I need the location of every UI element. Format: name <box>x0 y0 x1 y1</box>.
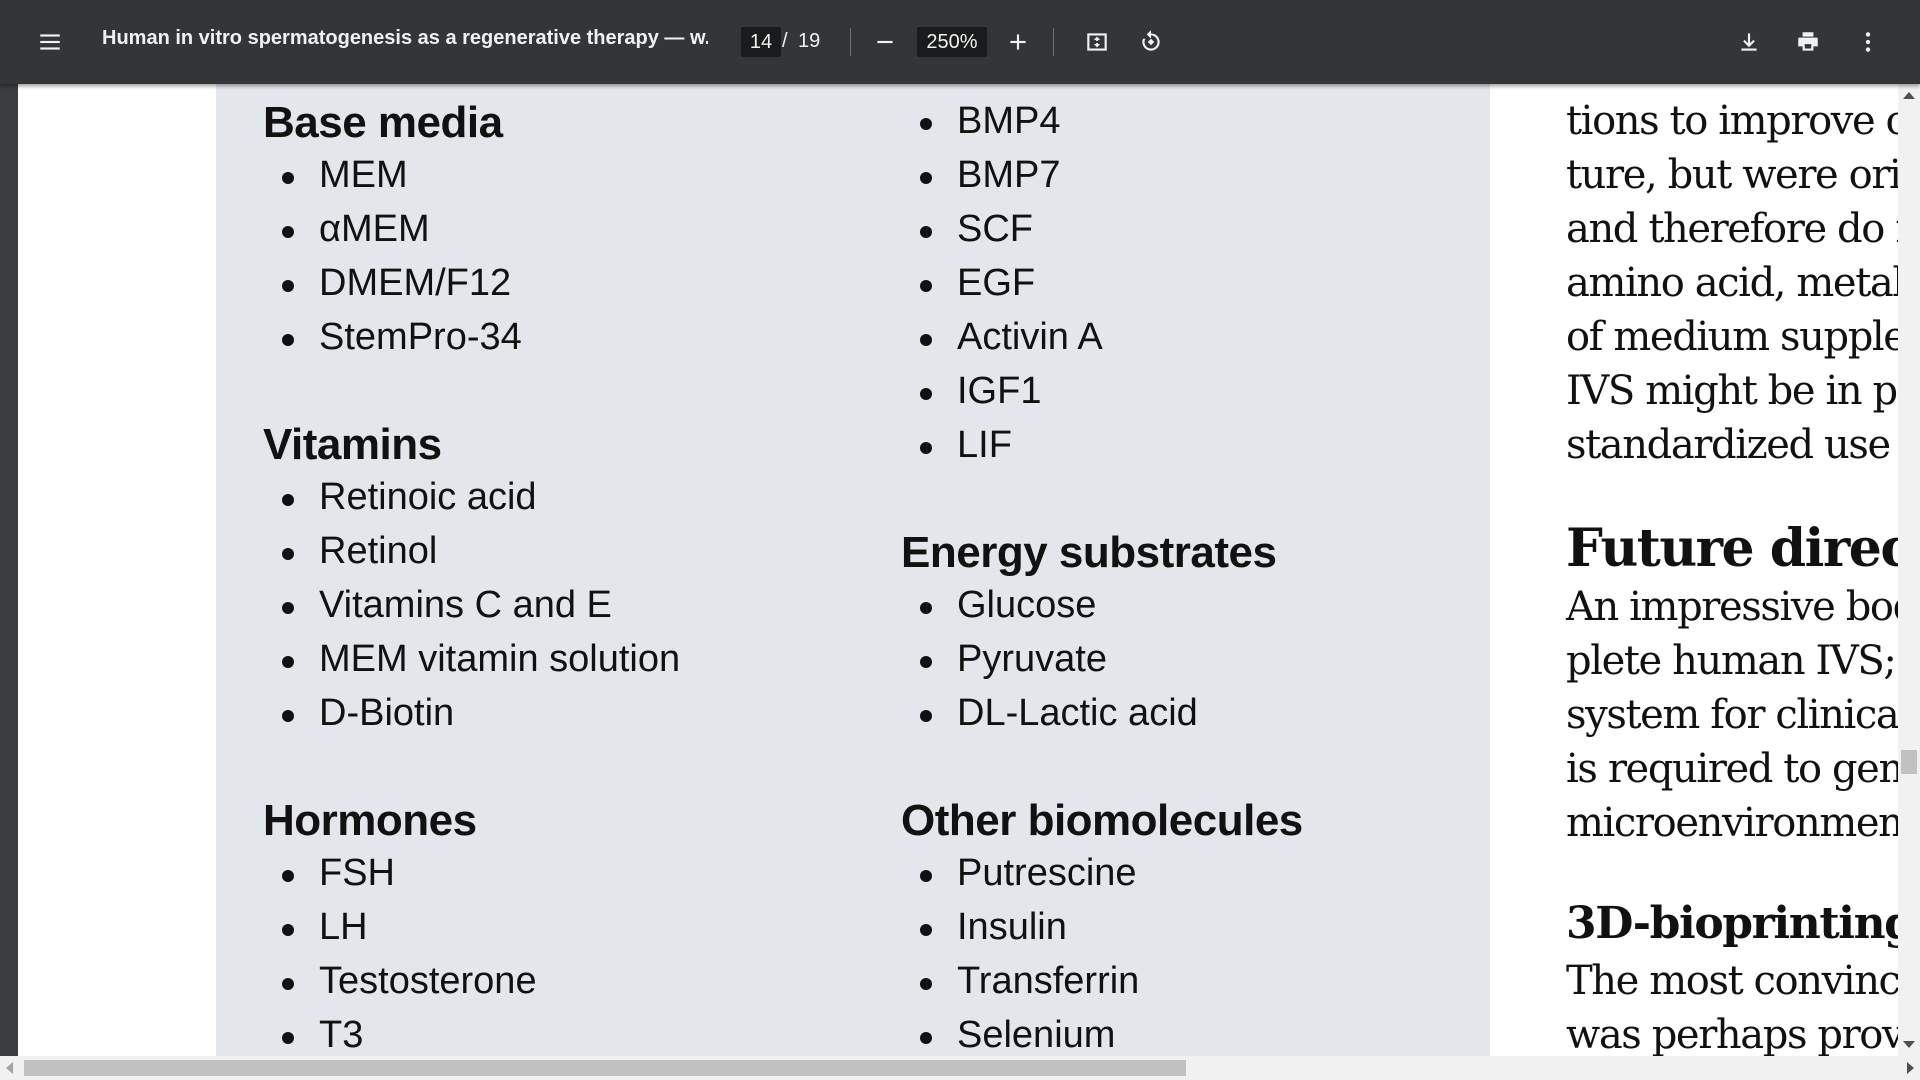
list-item: Activin A <box>920 316 1103 359</box>
vertical-scroll-thumb[interactable] <box>1901 750 1917 774</box>
section-heading: Other biomolecules <box>901 796 1303 845</box>
section-heading: Energy substrates <box>901 528 1277 577</box>
list-item: IGF1 <box>920 370 1041 413</box>
menu-icon[interactable] <box>30 22 70 62</box>
body-line: An impressive bod <box>1566 584 1898 630</box>
list-item: Testosterone <box>282 960 537 1003</box>
document-title: Human in vitro spermatogenesis as a rege… <box>102 27 708 49</box>
list-item: D-Biotin <box>282 692 454 735</box>
list-item: BMP4 <box>920 100 1060 143</box>
body-line: plete human IVS; h <box>1566 638 1898 684</box>
body-line: microenvironment <box>1566 800 1898 846</box>
list-item: MEM vitamin solution <box>282 638 680 681</box>
scroll-right-icon[interactable] <box>1907 1062 1914 1074</box>
list-item: DMEM/F12 <box>282 262 511 305</box>
body-line: and therefore do no <box>1566 206 1898 252</box>
scroll-left-icon[interactable] <box>6 1062 13 1074</box>
rotate-icon[interactable] <box>1131 22 1171 62</box>
list-item: Insulin <box>920 906 1067 949</box>
download-icon[interactable] <box>1729 22 1769 62</box>
body-line: amino acid, metab <box>1566 260 1898 306</box>
toolbar-divider <box>1053 28 1054 56</box>
list-item: DL-Lactic acid <box>920 692 1198 735</box>
list-item: Selenium <box>920 1014 1115 1056</box>
section-heading: Future directi <box>1566 518 1898 579</box>
fit-page-icon[interactable] <box>1077 22 1117 62</box>
zoom-out-icon[interactable] <box>865 22 905 62</box>
more-options-icon[interactable] <box>1848 22 1888 62</box>
page-separator: / <box>782 30 788 52</box>
viewer-margin <box>0 84 18 1056</box>
list-item: StemPro-34 <box>282 316 522 359</box>
list-item: Pyruvate <box>920 638 1107 681</box>
body-line: of medium supple <box>1566 314 1898 360</box>
section-heading: Base media <box>263 98 503 147</box>
scroll-down-icon[interactable] <box>1903 1041 1915 1048</box>
body-line: IVS might be in part <box>1566 368 1898 414</box>
pdf-toolbar: Human in vitro spermatogenesis as a rege… <box>0 0 1920 84</box>
list-item: T3 <box>282 1014 363 1056</box>
page-number-input[interactable]: 14 <box>741 27 781 57</box>
scroll-up-icon[interactable] <box>1903 92 1915 99</box>
zoom-level-input[interactable]: 250% <box>917 27 987 57</box>
body-line: ture, but were origi <box>1566 152 1898 198</box>
body-line: was perhaps provi <box>1566 1012 1898 1056</box>
print-icon[interactable] <box>1788 22 1828 62</box>
body-line: standardized use o <box>1566 422 1898 468</box>
vertical-scrollbar[interactable] <box>1898 84 1920 1056</box>
list-item: SCF <box>920 208 1033 251</box>
horizontal-scrollbar[interactable] <box>0 1056 1920 1080</box>
section-heading: Hormones <box>263 796 477 845</box>
page-total: 19 <box>798 30 821 52</box>
list-item: αMEM <box>282 208 430 251</box>
body-line: system for clinical u <box>1566 692 1898 738</box>
list-item: Transferrin <box>920 960 1139 1003</box>
section-heading: Vitamins <box>263 420 442 469</box>
body-line: is required to gene <box>1566 746 1898 792</box>
subsection-heading: 3D-bioprinting, b <box>1566 898 1898 949</box>
body-text-column: tions to improve cel ture, but were orig… <box>1548 84 1898 1056</box>
list-item: LH <box>282 906 368 949</box>
pdf-page: Base media MEM αMEM DMEM/F12 StemPro-34 … <box>18 84 1898 1056</box>
list-item: Retinoic acid <box>282 476 537 519</box>
list-item: MEM <box>282 154 408 197</box>
body-line: tions to improve cel <box>1566 98 1898 144</box>
list-item: Glucose <box>920 584 1096 627</box>
list-item: Vitamins C and E <box>282 584 612 627</box>
list-item: LIF <box>920 424 1012 467</box>
list-item: FSH <box>282 852 395 895</box>
list-item: BMP7 <box>920 154 1060 197</box>
toolbar-divider <box>850 28 851 56</box>
list-item: EGF <box>920 262 1035 305</box>
media-components-box: Base media MEM αMEM DMEM/F12 StemPro-34 … <box>216 84 1490 1056</box>
list-item: Retinol <box>282 530 437 573</box>
list-item: Putrescine <box>920 852 1137 895</box>
body-line: The most convinci <box>1566 958 1898 1004</box>
horizontal-scroll-thumb[interactable] <box>24 1060 1186 1076</box>
zoom-in-icon[interactable] <box>998 22 1038 62</box>
document-viewport[interactable]: Base media MEM αMEM DMEM/F12 StemPro-34 … <box>0 84 1920 1056</box>
